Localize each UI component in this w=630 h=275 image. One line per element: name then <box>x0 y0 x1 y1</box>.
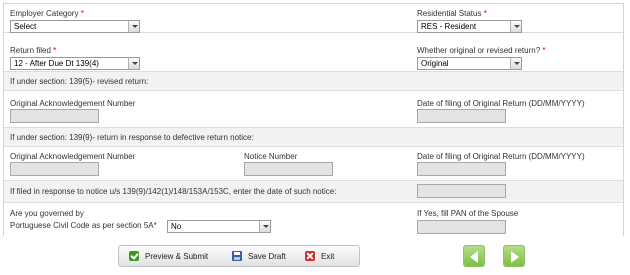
chevron-down-icon <box>510 58 521 69</box>
required-marker: * <box>542 46 546 55</box>
section-139-5-heading: If under section: 139(5)- revised return… <box>10 77 149 86</box>
section-139-9-heading-row: If under section: 139(9)- return in resp… <box>4 128 623 147</box>
defective-return-date-input[interactable] <box>417 162 506 176</box>
notice-date-label: If filed in response to notice u/s 139(9… <box>10 187 337 196</box>
section-139-5-fields-row: Original Acknowledgement Number Date of … <box>4 91 623 128</box>
save-icon <box>232 251 242 261</box>
row-category-status: Employer Category * Select Residential S… <box>4 4 623 33</box>
defective-return-date-label: Date of filing of Original Return (DD/MM… <box>417 152 585 161</box>
required-marker: * <box>153 221 157 230</box>
spouse-pan-input[interactable] <box>417 220 506 234</box>
check-icon <box>129 251 139 261</box>
chevron-down-icon <box>128 21 139 32</box>
employer-category-label: Employer Category * <box>10 9 84 19</box>
original-revised-label: Whether original or revised return? * <box>417 46 546 56</box>
preview-submit-label: Preview & Submit <box>145 251 209 261</box>
original-ack-number-input[interactable] <box>10 109 99 123</box>
original-return-date-label: Date of filing of Original Return (DD/MM… <box>417 99 585 108</box>
row-return-filed: Return filed * 12 - After Due Dt 139(4) … <box>4 33 623 72</box>
residential-status-value: RES - Resident <box>421 22 477 31</box>
chevron-down-icon <box>510 21 521 32</box>
defective-ack-number-label: Original Acknowledgement Number <box>10 152 136 161</box>
exit-icon <box>305 251 315 261</box>
original-ack-number-label: Original Acknowledgement Number <box>10 99 136 108</box>
exit-label: Exit <box>321 251 335 261</box>
residential-status-label: Residential Status * <box>417 9 487 19</box>
portuguese-code-value: No <box>171 222 182 231</box>
required-marker: * <box>53 46 57 55</box>
portuguese-code-label-text: Portuguese Civil Code as per section 5A <box>10 221 154 230</box>
portuguese-code-row: Are you governed by Portuguese Civil Cod… <box>4 203 623 236</box>
employer-category-value: Select <box>14 22 37 31</box>
residential-status-label-text: Residential Status <box>417 9 482 18</box>
return-filed-value: 12 - After Due Dt 139(4) <box>14 59 99 68</box>
notice-number-input[interactable] <box>244 162 333 176</box>
exit-button[interactable]: Exit <box>305 249 334 263</box>
portuguese-code-label-line1: Are you governed by <box>10 209 84 218</box>
return-filed-label: Return filed * <box>10 46 56 56</box>
arrow-left-icon[interactable] <box>463 245 485 267</box>
residential-status-select[interactable]: RES - Resident <box>417 20 522 33</box>
save-draft-button[interactable]: Save Draft <box>232 249 286 263</box>
portuguese-code-label-line2: Portuguese Civil Code as per section 5A* <box>10 221 157 231</box>
original-revised-select[interactable]: Original <box>417 57 522 70</box>
section-139-5-heading-row: If under section: 139(5)- revised return… <box>4 72 623 91</box>
preview-submit-button[interactable]: Preview & Submit <box>129 249 208 263</box>
original-revised-value: Original <box>421 59 449 68</box>
action-toolbar: Preview & Submit Save Draft Exit <box>118 245 360 267</box>
chevron-down-icon <box>259 221 270 232</box>
return-filing-form: Employer Category * Select Residential S… <box>3 3 624 236</box>
defective-ack-number-input[interactable] <box>10 162 99 176</box>
original-return-date-input[interactable] <box>417 109 506 123</box>
return-filed-select[interactable]: 12 - After Due Dt 139(4) <box>10 57 140 70</box>
original-revised-label-text: Whether original or revised return? <box>417 46 541 55</box>
save-draft-label: Save Draft <box>248 251 286 261</box>
required-marker: * <box>483 9 487 18</box>
required-marker: * <box>80 9 84 18</box>
portuguese-code-select[interactable]: No <box>167 220 271 233</box>
chevron-down-icon <box>128 58 139 69</box>
section-139-9-heading: If under section: 139(9)- return in resp… <box>10 133 254 142</box>
employer-category-label-text: Employer Category <box>10 9 79 18</box>
arrow-right-icon[interactable] <box>503 245 525 267</box>
notice-date-row: If filed in response to notice u/s 139(9… <box>4 181 623 203</box>
employer-category-select[interactable]: Select <box>10 20 140 33</box>
section-139-9-fields-row: Original Acknowledgement Number Notice N… <box>4 147 623 181</box>
notice-date-input[interactable] <box>417 184 506 198</box>
notice-number-label: Notice Number <box>244 152 298 161</box>
return-filed-label-text: Return filed <box>10 46 51 55</box>
spouse-pan-label: If Yes, fill PAN of the Spouse <box>417 209 519 218</box>
